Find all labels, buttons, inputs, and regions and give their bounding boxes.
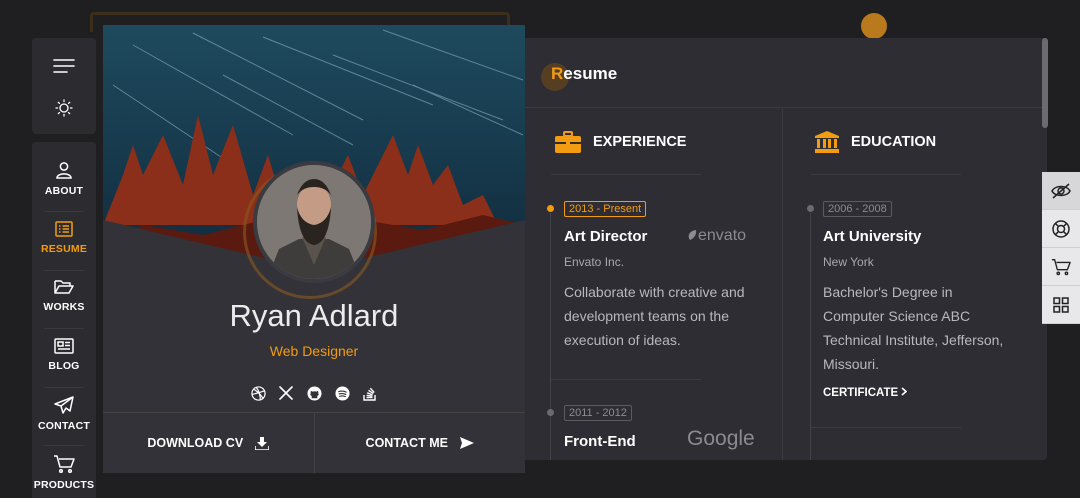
- nav-item-resume[interactable]: RESUME: [32, 209, 96, 267]
- nav-item-contact[interactable]: CONTACT: [32, 385, 96, 443]
- experience-title: Front-End: [564, 433, 636, 450]
- panel-header: Resume: [525, 38, 1047, 108]
- demos-button[interactable]: [1042, 286, 1080, 324]
- page-title-rest: esume: [563, 64, 618, 83]
- education-org: New York: [823, 255, 874, 269]
- nav-label-contact: CONTACT: [38, 420, 90, 432]
- nav-top-box: [32, 38, 96, 134]
- panel-scrollbar[interactable]: [1042, 38, 1048, 128]
- experience-column: EXPERIENCE 2013 - Present Art Director e…: [525, 109, 783, 460]
- download-cv-label: DOWNLOAD CV: [147, 436, 244, 450]
- user-icon: [56, 162, 72, 179]
- spotify-icon[interactable]: [334, 385, 350, 401]
- experience-description: Collaborate with creative and developmen…: [564, 284, 745, 348]
- nav-label-blog: BLOG: [48, 360, 80, 372]
- education-heading: EDUCATION: [815, 131, 936, 153]
- portrait-image: [257, 165, 371, 279]
- timeline-dot: [807, 205, 814, 212]
- experience-date: 2013 - Present: [564, 201, 647, 217]
- shop-button[interactable]: [1042, 248, 1080, 286]
- eye-slash-icon: [1051, 182, 1071, 199]
- hamburger-icon: [53, 59, 75, 73]
- experience-org: Envato Inc.: [564, 255, 625, 269]
- github-icon[interactable]: [306, 385, 322, 401]
- social-links: [103, 385, 525, 401]
- envato-logo-text: envato: [698, 227, 747, 244]
- education-title: Art University: [823, 228, 922, 245]
- contact-me-button[interactable]: CONTACT ME: [313, 413, 526, 473]
- timeline-line: [550, 213, 551, 460]
- download-cv-button[interactable]: DOWNLOAD CV: [103, 413, 314, 473]
- heading-underline: [551, 174, 701, 175]
- experience-date: 2011 - 2012: [564, 405, 632, 421]
- education-description: Bachelor's Degree in Computer Science AB…: [823, 284, 1004, 372]
- nav-item-about[interactable]: ABOUT: [32, 150, 96, 208]
- nav-item-blog[interactable]: BLOG: [32, 326, 96, 384]
- sidebar-nav: ABOUT RESUME WORKS BLOG CONTACT PRODUCTS: [32, 142, 96, 498]
- cart-icon: [1051, 258, 1071, 275]
- education-date: 2006 - 2008: [823, 201, 892, 217]
- resume-panel: Resume EXPERIENCE 2013 - Present Art Dir…: [525, 38, 1047, 460]
- timeline-dot: [547, 409, 554, 416]
- grid-icon: [1053, 296, 1069, 313]
- certificate-label: CERTIFICATE: [823, 387, 899, 399]
- entry-divider: [811, 427, 961, 428]
- profile-card: Ryan Adlard Web Designer DOWNLOAD CV CON…: [103, 25, 525, 473]
- certificate-link[interactable]: CERTIFICATE: [823, 387, 908, 399]
- entry-divider: [551, 379, 701, 380]
- life-ring-icon: [1052, 219, 1070, 238]
- avatar: [253, 161, 375, 283]
- nav-label-products: PRODUCTS: [33, 479, 95, 491]
- sun-icon: [55, 99, 73, 117]
- profile-role: Web Designer: [269, 343, 359, 359]
- nav-item-works[interactable]: WORKS: [32, 267, 96, 325]
- nav-label-works: WORKS: [43, 301, 85, 313]
- education-column: EDUCATION 2006 - 2008 Art University New…: [783, 109, 1047, 460]
- newspaper-icon: [54, 338, 74, 354]
- cart-icon: [54, 455, 75, 473]
- paper-plane-icon: [54, 396, 74, 414]
- timeline-line: [810, 213, 811, 460]
- experience-title: Art Director: [564, 228, 648, 245]
- resume-icon: [55, 221, 73, 237]
- institution-icon: [815, 131, 839, 153]
- heading-underline: [811, 174, 961, 175]
- hide-toggle-button[interactable]: [1042, 172, 1080, 210]
- experience-heading: EXPERIENCE: [555, 131, 686, 153]
- dribbble-icon[interactable]: [250, 385, 266, 401]
- nav-item-products[interactable]: PRODUCTS: [32, 444, 96, 498]
- timeline-dot-active: [547, 205, 554, 212]
- background-accent-dot: [861, 13, 887, 39]
- support-button[interactable]: [1042, 210, 1080, 248]
- contact-me-label: CONTACT ME: [365, 436, 448, 450]
- google-logo: Google: [687, 427, 755, 450]
- envato-logo: envato: [687, 227, 746, 245]
- experience-heading-label: EXPERIENCE: [593, 134, 687, 150]
- nav-label-resume: RESUME: [40, 243, 88, 255]
- download-icon: [255, 436, 270, 450]
- card-actions: DOWNLOAD CV CONTACT ME: [103, 412, 525, 473]
- floating-toolbar: [1042, 172, 1080, 324]
- page-title: Resume: [551, 64, 617, 84]
- menu-button[interactable]: [32, 52, 96, 80]
- profile-name: Ryan Adlard: [229, 298, 399, 333]
- page-title-initial: R: [551, 64, 564, 83]
- education-heading-label: EDUCATION: [851, 134, 937, 150]
- folder-icon: [54, 280, 74, 294]
- x-twitter-icon[interactable]: [278, 385, 294, 401]
- stackoverflow-icon[interactable]: [362, 385, 378, 401]
- chevron-right-icon: [901, 387, 908, 396]
- theme-toggle-button[interactable]: [32, 94, 96, 122]
- nav-label-about: ABOUT: [44, 185, 84, 197]
- envato-leaf-icon: [688, 230, 697, 240]
- send-icon: [459, 437, 474, 449]
- briefcase-icon: [555, 131, 581, 153]
